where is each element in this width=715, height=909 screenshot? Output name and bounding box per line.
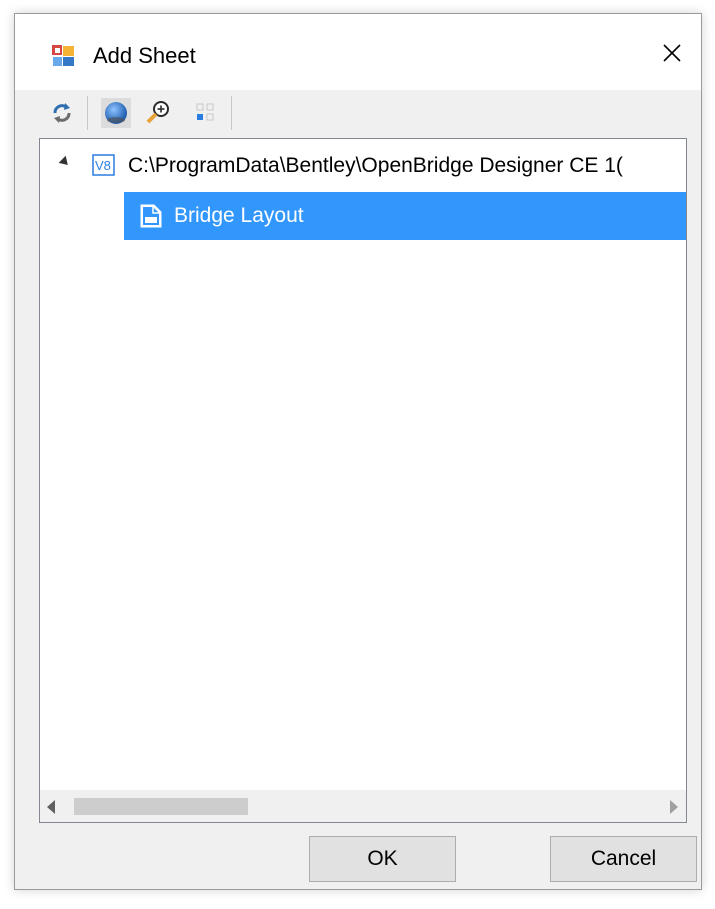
title-bar: Add Sheet (15, 14, 701, 90)
close-button[interactable] (643, 27, 701, 79)
ok-button[interactable]: OK (309, 836, 456, 882)
grid-view-button[interactable] (191, 98, 221, 128)
zoom-in-icon (146, 101, 169, 124)
horizontal-scrollbar[interactable] (40, 790, 686, 822)
scroll-right-arrow-icon[interactable] (670, 800, 678, 814)
globe-button[interactable] (101, 98, 131, 128)
tree-item-bridge-layout[interactable]: Bridge Layout (124, 192, 686, 240)
close-icon (663, 44, 681, 62)
toolbar (15, 90, 701, 136)
tree-item-label: Bridge Layout (174, 204, 304, 227)
sheet-tree-view[interactable]: V8 C:\ProgramData\Bentley\OpenBridge Des… (39, 138, 687, 823)
svg-text:V8: V8 (95, 158, 111, 173)
toolbar-separator (231, 96, 232, 130)
cancel-button[interactable]: Cancel (550, 836, 697, 882)
zoom-in-button[interactable] (143, 98, 173, 128)
scrollbar-thumb[interactable] (74, 798, 248, 815)
refresh-button[interactable] (47, 98, 77, 128)
sheet-app-icon (51, 44, 75, 68)
globe-icon (105, 102, 127, 124)
collapse-arrow-icon[interactable] (58, 155, 72, 169)
grid-view-icon (196, 103, 214, 121)
dialog-title: Add Sheet (93, 43, 196, 68)
tree-item-root[interactable]: V8 C:\ProgramData\Bentley\OpenBridge Des… (40, 142, 686, 190)
refresh-icon (53, 103, 71, 123)
sheet-icon (138, 203, 164, 234)
scroll-left-arrow-icon[interactable] (47, 800, 55, 814)
add-sheet-dialog: Add Sheet V8 C:\ProgramData\Bentley\Open… (14, 13, 702, 890)
toolbar-separator (87, 96, 88, 130)
tree-item-label: C:\ProgramData\Bentley\OpenBridge Design… (128, 154, 623, 177)
v8-file-icon: V8 (92, 153, 116, 183)
